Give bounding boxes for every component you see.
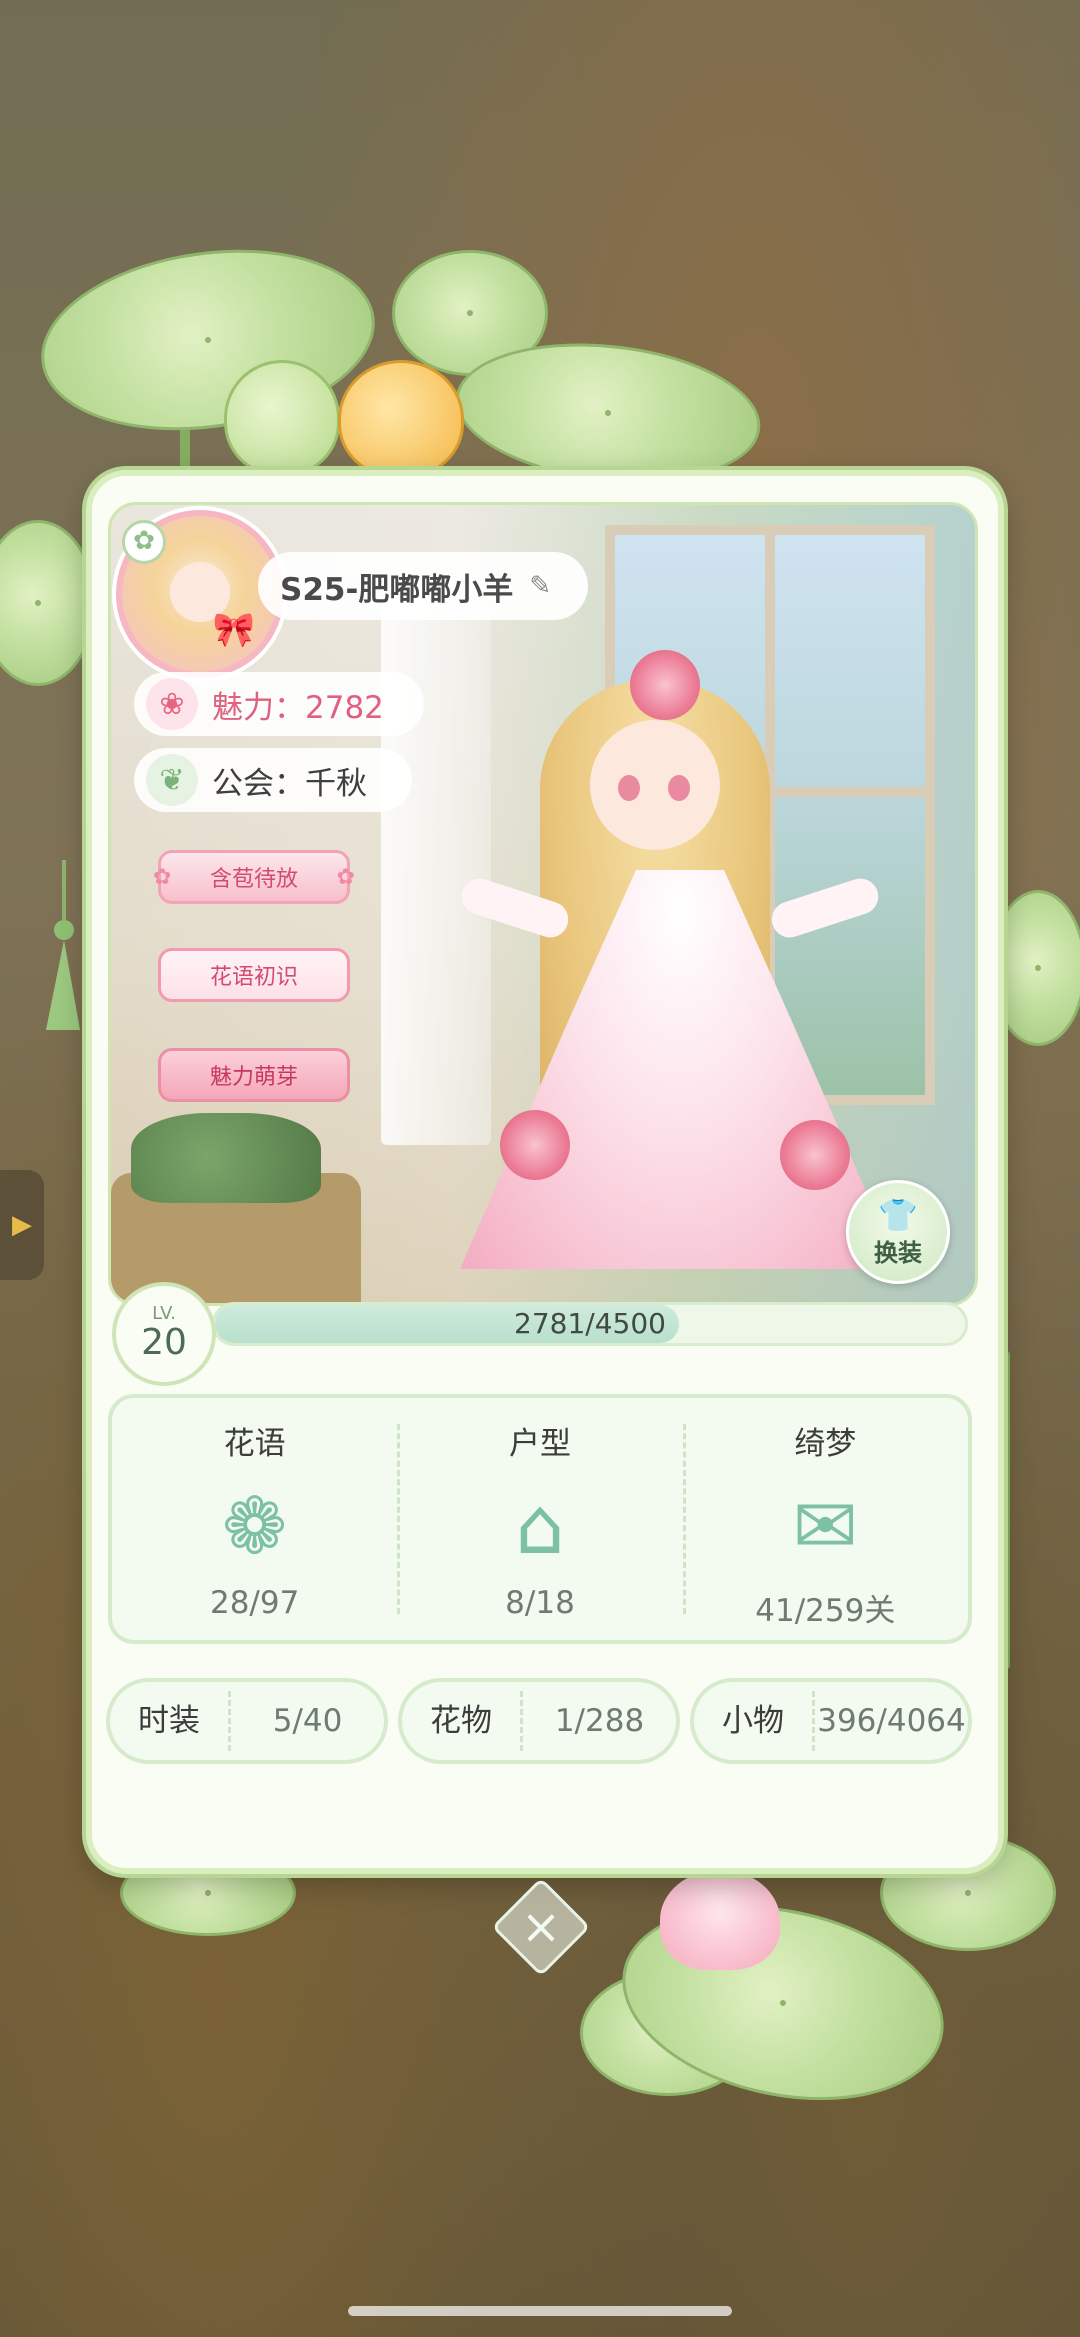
shirt-icon: 👕 [878,1195,918,1234]
collection-house[interactable]: 户型 ⌂ 8/18 [397,1398,682,1640]
item-label: 时装 [110,1691,231,1751]
collection-value: 41/259关 [755,1593,896,1629]
item-count-flowers[interactable]: 花物 1/288 [398,1678,680,1764]
item-label: 花物 [402,1691,523,1751]
name-pill[interactable]: S25-肥嘟嘟小羊 ✎ [258,552,588,620]
item-value: 1/288 [554,1703,645,1739]
item-count-trinkets[interactable]: 小物 396/4064 [690,1678,972,1764]
item-value: 5/40 [272,1703,343,1739]
tassel-icon [46,860,80,1030]
home-indicator[interactable] [348,2306,732,2316]
green-pouch-icon [224,360,340,476]
lotus-charm-icon: ❀ [146,678,198,730]
level-label: LV. [152,1303,176,1324]
xp-progress-bar: 2781/4500 [212,1302,968,1346]
title-badge[interactable]: ✿ 含苞待放 ✿ [153,850,355,904]
edit-icon[interactable]: ✎ [529,571,551,601]
flower-icon: ✿ [336,865,355,890]
charm-label: 魅力：2782 [212,689,384,726]
title-badge[interactable]: 魅力萌芽 [158,1048,350,1102]
outfit-label: 换装 [874,1238,922,1267]
side-expand-tab[interactable]: ▶ [0,1170,44,1280]
flower-icon: ✿ [153,865,172,890]
lotus-flower-icon [660,1870,780,1970]
gold-pouch-icon [338,360,464,478]
collection-title: 户型 [508,1426,571,1462]
item-count-outfits[interactable]: 时装 5/40 [106,1678,388,1764]
close-icon[interactable]: × [506,1892,576,1962]
badge-label: 含苞待放 [209,867,298,892]
xp-text: 2781/4500 [514,1307,666,1340]
level-badge: LV. 20 [112,1282,216,1386]
guild-label: 公会：千秋 [212,765,367,802]
collection-title: 绮梦 [794,1426,857,1462]
dream-letter-icon: ✉ [792,1482,858,1572]
collection-value: 28/97 [209,1585,300,1621]
collection-value: 8/18 [505,1585,575,1621]
guild-stat[interactable]: ❦ 公会：千秋 [134,748,412,812]
badge-label: 花语初识 [209,965,298,990]
item-label: 小物 [694,1691,815,1751]
item-value: 396/4064 [817,1703,966,1739]
level-value: 20 [141,1322,187,1363]
guild-icon: ❦ [146,754,198,806]
house-icon: ⌂ [515,1482,565,1572]
collection-flower-language[interactable]: 花语 ❁ 28/97 [112,1398,397,1640]
collection-dream[interactable]: 绮梦 ✉ 41/259关 [682,1398,968,1640]
character-avatar [440,640,920,1290]
bow-icon: 🎀 [212,610,256,650]
title-badge[interactable]: 花语初识 [158,948,350,1002]
player-name: S25-肥嘟嘟小羊 [280,571,514,608]
collection-panel: 花语 ❁ 28/97 户型 ⌂ 8/18 绮梦 ✉ 41/259关 [108,1394,972,1644]
gear-icon[interactable]: ✿ [122,520,166,564]
flower-icon: ❁ [221,1482,288,1572]
badge-label: 魅力萌芽 [209,1065,298,1090]
collection-title: 花语 [223,1426,286,1462]
change-outfit-button[interactable]: 👕 换装 [846,1180,950,1284]
charm-stat: ❀ 魅力：2782 [134,672,424,736]
